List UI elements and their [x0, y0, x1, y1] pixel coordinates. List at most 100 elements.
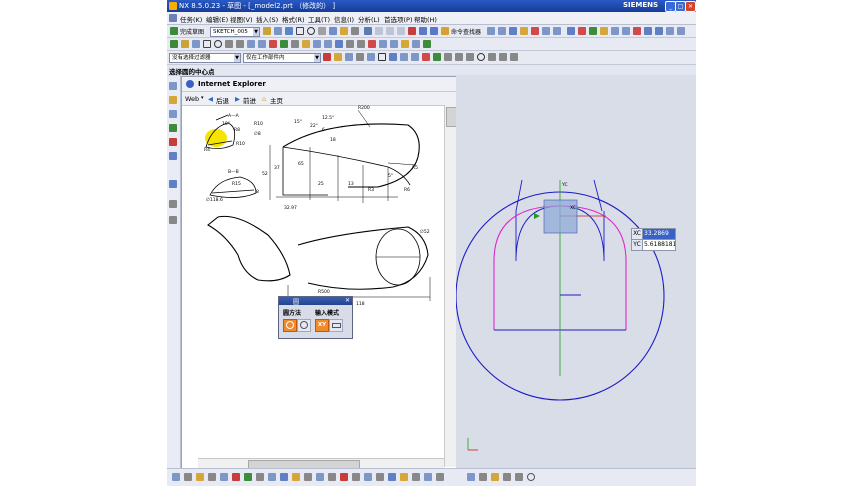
assembly-navigator-icon[interactable]: [169, 82, 177, 90]
menu-info[interactable]: 信息(I): [334, 14, 354, 24]
view-icon-13[interactable]: [622, 27, 630, 35]
bottom-tool-12-icon[interactable]: [304, 473, 312, 481]
bottom-tool-18-icon[interactable]: [376, 473, 384, 481]
sketch-icon-2[interactable]: [274, 27, 282, 35]
menu-format[interactable]: 格式(R): [282, 14, 305, 24]
undo-icon[interactable]: [419, 27, 427, 35]
orient-icon[interactable]: [412, 40, 420, 48]
bottom-tool-15-icon[interactable]: [340, 473, 348, 481]
three-point-circle-button[interactable]: [297, 319, 311, 332]
circle-icon[interactable]: [214, 40, 222, 48]
bottom-tool-25-icon[interactable]: [479, 473, 487, 481]
menu-analysis[interactable]: 分析(L): [358, 14, 380, 24]
sketch-task-icon[interactable]: [170, 40, 178, 48]
snap-icon-15[interactable]: [477, 53, 485, 61]
hd3d-icon[interactable]: [169, 138, 177, 146]
menu-help[interactable]: 帮助(H): [414, 14, 437, 24]
bottom-tool-23-icon[interactable]: [436, 473, 444, 481]
dimension-icon[interactable]: [302, 40, 310, 48]
bottom-tool-28-icon[interactable]: [515, 473, 523, 481]
bottom-tool-21-icon[interactable]: [412, 473, 420, 481]
convert-icon[interactable]: [346, 40, 354, 48]
profile-icon[interactable]: [296, 27, 304, 35]
part-navigator-icon[interactable]: [169, 110, 177, 118]
snap-icon-4[interactable]: [356, 53, 364, 61]
browser-horizontal-scrollbar[interactable]: [198, 458, 444, 469]
chamfer-icon[interactable]: [258, 40, 266, 48]
view-icon-17[interactable]: [666, 27, 674, 35]
bottom-tool-29-icon[interactable]: [527, 473, 535, 481]
finish-sketch-label[interactable]: 完成草图: [180, 27, 204, 36]
sketch-name-combo[interactable]: SKETCH_005 ▼: [210, 27, 260, 37]
view-icon-11[interactable]: [600, 27, 608, 35]
arc-icon[interactable]: [236, 40, 244, 48]
graphics-window[interactable]: XC YC XC 33.2869 YC 5.6188181: [456, 76, 696, 468]
extend-tool-icon[interactable]: [351, 27, 359, 35]
history-icon[interactable]: [169, 180, 177, 188]
parameter-mode-button[interactable]: [329, 319, 343, 332]
snap-icon-10[interactable]: [422, 53, 430, 61]
offset-icon[interactable]: [280, 40, 288, 48]
sketch-icon-1[interactable]: [263, 27, 271, 35]
trim-tool-icon[interactable]: [340, 27, 348, 35]
menu-tools[interactable]: 工具(T): [308, 14, 330, 24]
auto-constraint-icon[interactable]: [324, 40, 332, 48]
view-icon-9[interactable]: [578, 27, 586, 35]
view-icon-14[interactable]: [633, 27, 641, 35]
close-icon[interactable]: ✕: [345, 297, 350, 304]
bottom-tool-22-icon[interactable]: [424, 473, 432, 481]
view-icon-10[interactable]: [589, 27, 597, 35]
copy-icon[interactable]: [386, 27, 394, 35]
bottom-tool-3-icon[interactable]: [196, 473, 204, 481]
snap-icon-12[interactable]: [444, 53, 452, 61]
snap-icon-11[interactable]: [433, 53, 441, 61]
snap-icon-13[interactable]: [455, 53, 463, 61]
snap-icon-17[interactable]: [499, 53, 507, 61]
arc-tool-icon[interactable]: [318, 27, 326, 35]
bottom-tool-5-icon[interactable]: [220, 473, 228, 481]
snap-icon-2[interactable]: [334, 53, 342, 61]
sketch-right-guide[interactable]: [593, 179, 603, 212]
bottom-tool-2-icon[interactable]: [184, 473, 192, 481]
reattach-icon[interactable]: [401, 40, 409, 48]
bottom-tool-20-icon[interactable]: [400, 473, 408, 481]
command-finder-label[interactable]: 命令查找器: [451, 27, 481, 36]
geom-constraint-icon[interactable]: [313, 40, 321, 48]
bottom-tool-27-icon[interactable]: [503, 473, 511, 481]
view-icon-2[interactable]: [498, 27, 506, 35]
bottom-tool-14-icon[interactable]: [328, 473, 336, 481]
reuse-library-icon[interactable]: [169, 124, 177, 132]
snap-icon-14[interactable]: [466, 53, 474, 61]
view-icon-6[interactable]: [542, 27, 550, 35]
bottom-tool-26-icon[interactable]: [491, 473, 499, 481]
circle-tool-icon[interactable]: [307, 27, 315, 35]
roles-icon[interactable]: [169, 216, 177, 224]
snap-icon-16[interactable]: [488, 53, 496, 61]
snap-icon-18[interactable]: [510, 53, 518, 61]
bottom-tool-24-icon[interactable]: [467, 473, 475, 481]
bottom-tool-7-icon[interactable]: [244, 473, 252, 481]
snap-icon-1[interactable]: [323, 53, 331, 61]
back-link[interactable]: 后退: [216, 95, 229, 105]
snap-icon-8[interactable]: [400, 53, 408, 61]
web-browser-icon[interactable]: [169, 152, 177, 160]
center-diameter-circle-button[interactable]: [283, 319, 297, 332]
delete-icon[interactable]: [408, 27, 416, 35]
sketch-canvas[interactable]: XC YC: [456, 76, 696, 468]
constraint-navigator-icon[interactable]: [169, 96, 177, 104]
rect-icon[interactable]: [203, 40, 211, 48]
update-icon[interactable]: [390, 40, 398, 48]
menu-view[interactable]: 视图(V): [230, 14, 253, 24]
bottom-tool-10-icon[interactable]: [280, 473, 288, 481]
app-menu-icon[interactable]: [169, 14, 177, 22]
redo-icon[interactable]: [430, 27, 438, 35]
view-icon-1[interactable]: [487, 27, 495, 35]
bottom-tool-19-icon[interactable]: [388, 473, 396, 481]
bottom-tool-4-icon[interactable]: [208, 473, 216, 481]
snap-icon-7[interactable]: [389, 53, 397, 61]
bottom-tool-9-icon[interactable]: [268, 473, 276, 481]
sketch-icon-3[interactable]: [285, 27, 293, 35]
forward-link[interactable]: 前进: [243, 95, 256, 105]
pattern-icon[interactable]: [291, 40, 299, 48]
bottom-tool-8-icon[interactable]: [256, 473, 264, 481]
